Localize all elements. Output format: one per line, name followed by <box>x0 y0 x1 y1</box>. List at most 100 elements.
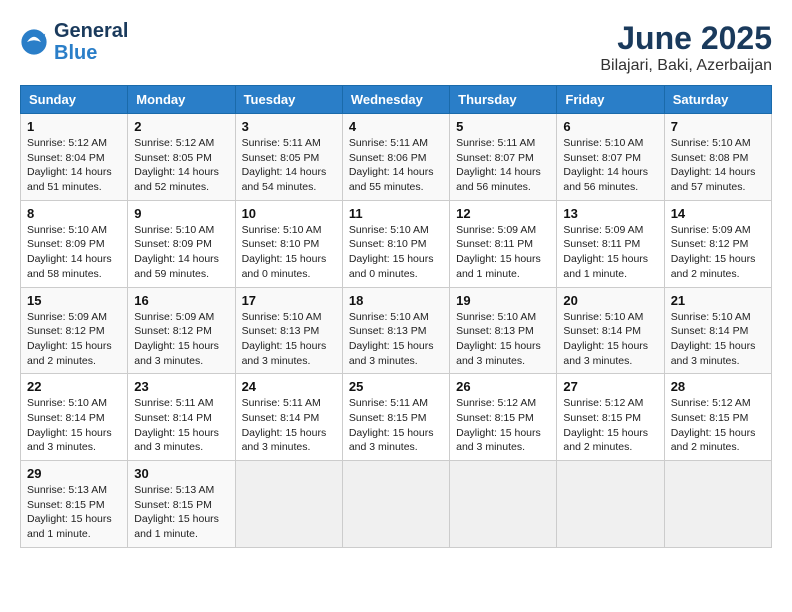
day-number: 25 <box>349 379 443 394</box>
day-info: Sunrise: 5:09 AMSunset: 8:11 PMDaylight:… <box>456 223 550 282</box>
day-number: 6 <box>563 119 657 134</box>
day-number: 4 <box>349 119 443 134</box>
weekday-header-row: SundayMondayTuesdayWednesdayThursdayFrid… <box>21 86 772 114</box>
calendar-cell <box>557 461 664 548</box>
day-info: Sunrise: 5:12 AMSunset: 8:15 PMDaylight:… <box>456 396 550 455</box>
day-info: Sunrise: 5:10 AMSunset: 8:14 PMDaylight:… <box>671 310 765 369</box>
day-number: 14 <box>671 206 765 221</box>
day-info: Sunrise: 5:11 AMSunset: 8:15 PMDaylight:… <box>349 396 443 455</box>
day-number: 15 <box>27 293 121 308</box>
day-info: Sunrise: 5:09 AMSunset: 8:12 PMDaylight:… <box>671 223 765 282</box>
day-number: 16 <box>134 293 228 308</box>
calendar-cell: 29 Sunrise: 5:13 AMSunset: 8:15 PMDayligh… <box>21 461 128 548</box>
calendar-cell: 25 Sunrise: 5:11 AMSunset: 8:15 PMDayligh… <box>342 374 449 461</box>
calendar-cell <box>235 461 342 548</box>
day-number: 12 <box>456 206 550 221</box>
day-info: Sunrise: 5:10 AMSunset: 8:09 PMDaylight:… <box>27 223 121 282</box>
weekday-header-wednesday: Wednesday <box>342 86 449 114</box>
day-info: Sunrise: 5:10 AMSunset: 8:14 PMDaylight:… <box>563 310 657 369</box>
calendar-cell: 21 Sunrise: 5:10 AMSunset: 8:14 PMDayligh… <box>664 287 771 374</box>
day-number: 8 <box>27 206 121 221</box>
logo: General Blue <box>20 20 128 64</box>
calendar-cell: 5Sunrise: 5:11 AMSunset: 8:07 PMDaylight… <box>450 114 557 201</box>
day-number: 7 <box>671 119 765 134</box>
day-number: 9 <box>134 206 228 221</box>
day-info: Sunrise: 5:11 AMSunset: 8:14 PMDaylight:… <box>134 396 228 455</box>
day-number: 27 <box>563 379 657 394</box>
calendar-cell: 14 Sunrise: 5:09 AMSunset: 8:12 PMDayligh… <box>664 200 771 287</box>
weekday-header-monday: Monday <box>128 86 235 114</box>
calendar-cell: 30Sunrise: 5:13 AMSunset: 8:15 PMDayligh… <box>128 461 235 548</box>
calendar-cell: 16Sunrise: 5:09 AMSunset: 8:12 PMDayligh… <box>128 287 235 374</box>
day-info: Sunrise: 5:10 AMSunset: 8:10 PMDaylight:… <box>242 223 336 282</box>
calendar-cell: 19Sunrise: 5:10 AMSunset: 8:13 PMDayligh… <box>450 287 557 374</box>
day-info: Sunrise: 5:12 AMSunset: 8:15 PMDaylight:… <box>563 396 657 455</box>
calendar-cell: 7 Sunrise: 5:10 AMSunset: 8:08 PMDaylight… <box>664 114 771 201</box>
day-number: 22 <box>27 379 121 394</box>
calendar-cell: 26 Sunrise: 5:12 AMSunset: 8:15 PMDayligh… <box>450 374 557 461</box>
calendar-subtitle: Bilajari, Baki, Azerbaijan <box>600 57 772 75</box>
day-info: Sunrise: 5:10 AMSunset: 8:09 PMDaylight:… <box>134 223 228 282</box>
weekday-header-sunday: Sunday <box>21 86 128 114</box>
logo-icon <box>20 28 48 56</box>
week-row-1: 1Sunrise: 5:12 AMSunset: 8:04 PMDaylight… <box>21 114 772 201</box>
day-number: 26 <box>456 379 550 394</box>
calendar-cell: 6 Sunrise: 5:10 AMSunset: 8:07 PMDaylight… <box>557 114 664 201</box>
day-number: 21 <box>671 293 765 308</box>
day-info: Sunrise: 5:10 AMSunset: 8:08 PMDaylight:… <box>671 136 765 195</box>
day-number: 10 <box>242 206 336 221</box>
day-number: 28 <box>671 379 765 394</box>
day-number: 11 <box>349 206 443 221</box>
calendar-cell: 28 Sunrise: 5:12 AMSunset: 8:15 PMDayligh… <box>664 374 771 461</box>
page-header: General Blue June 2025 Bilajari, Baki, A… <box>20 20 772 75</box>
calendar-cell <box>342 461 449 548</box>
calendar-cell: 22Sunrise: 5:10 AMSunset: 8:14 PMDayligh… <box>21 374 128 461</box>
day-info: Sunrise: 5:09 AMSunset: 8:11 PMDaylight:… <box>563 223 657 282</box>
day-info: Sunrise: 5:10 AMSunset: 8:07 PMDaylight:… <box>563 136 657 195</box>
calendar-cell: 11Sunrise: 5:10 AMSunset: 8:10 PMDayligh… <box>342 200 449 287</box>
day-info: Sunrise: 5:11 AMSunset: 8:06 PMDaylight:… <box>349 136 443 195</box>
day-info: Sunrise: 5:13 AMSunset: 8:15 PMDaylight:… <box>134 483 228 542</box>
calendar-cell: 12 Sunrise: 5:09 AMSunset: 8:11 PMDayligh… <box>450 200 557 287</box>
day-number: 23 <box>134 379 228 394</box>
calendar-cell: 15 Sunrise: 5:09 AMSunset: 8:12 PMDayligh… <box>21 287 128 374</box>
calendar-cell: 20 Sunrise: 5:10 AMSunset: 8:14 PMDayligh… <box>557 287 664 374</box>
calendar-cell: 9 Sunrise: 5:10 AMSunset: 8:09 PMDaylight… <box>128 200 235 287</box>
day-info: Sunrise: 5:12 AMSunset: 8:05 PMDaylight:… <box>134 136 228 195</box>
day-info: Sunrise: 5:13 AMSunset: 8:15 PMDaylight:… <box>27 483 121 542</box>
week-row-3: 15 Sunrise: 5:09 AMSunset: 8:12 PMDayligh… <box>21 287 772 374</box>
day-info: Sunrise: 5:09 AMSunset: 8:12 PMDaylight:… <box>27 310 121 369</box>
day-info: Sunrise: 5:11 AMSunset: 8:05 PMDaylight:… <box>242 136 336 195</box>
day-number: 3 <box>242 119 336 134</box>
day-info: Sunrise: 5:12 AMSunset: 8:04 PMDaylight:… <box>27 136 121 195</box>
day-number: 2 <box>134 119 228 134</box>
calendar-cell: 13Sunrise: 5:09 AMSunset: 8:11 PMDayligh… <box>557 200 664 287</box>
weekday-header-tuesday: Tuesday <box>235 86 342 114</box>
calendar-title: June 2025 <box>600 20 772 57</box>
calendar-cell <box>664 461 771 548</box>
calendar-cell: 23 Sunrise: 5:11 AMSunset: 8:14 PMDayligh… <box>128 374 235 461</box>
week-row-4: 22Sunrise: 5:10 AMSunset: 8:14 PMDayligh… <box>21 374 772 461</box>
title-block: June 2025 Bilajari, Baki, Azerbaijan <box>600 20 772 75</box>
calendar-cell: 27 Sunrise: 5:12 AMSunset: 8:15 PMDayligh… <box>557 374 664 461</box>
calendar-cell: 10 Sunrise: 5:10 AMSunset: 8:10 PMDayligh… <box>235 200 342 287</box>
day-info: Sunrise: 5:12 AMSunset: 8:15 PMDaylight:… <box>671 396 765 455</box>
day-number: 17 <box>242 293 336 308</box>
day-number: 20 <box>563 293 657 308</box>
calendar-body: 1Sunrise: 5:12 AMSunset: 8:04 PMDaylight… <box>21 114 772 548</box>
calendar-table: SundayMondayTuesdayWednesdayThursdayFrid… <box>20 85 772 548</box>
week-row-2: 8 Sunrise: 5:10 AMSunset: 8:09 PMDaylight… <box>21 200 772 287</box>
calendar-cell <box>450 461 557 548</box>
day-info: Sunrise: 5:10 AMSunset: 8:13 PMDaylight:… <box>456 310 550 369</box>
weekday-header-saturday: Saturday <box>664 86 771 114</box>
calendar-cell: 24Sunrise: 5:11 AMSunset: 8:14 PMDayligh… <box>235 374 342 461</box>
weekday-header-thursday: Thursday <box>450 86 557 114</box>
calendar-cell: 1Sunrise: 5:12 AMSunset: 8:04 PMDaylight… <box>21 114 128 201</box>
day-number: 29 <box>27 466 121 481</box>
calendar-cell: 4 Sunrise: 5:11 AMSunset: 8:06 PMDaylight… <box>342 114 449 201</box>
calendar-cell: 18Sunrise: 5:10 AMSunset: 8:13 PMDayligh… <box>342 287 449 374</box>
day-info: Sunrise: 5:11 AMSunset: 8:14 PMDaylight:… <box>242 396 336 455</box>
week-row-5: 29 Sunrise: 5:13 AMSunset: 8:15 PMDayligh… <box>21 461 772 548</box>
weekday-header-friday: Friday <box>557 86 664 114</box>
day-info: Sunrise: 5:10 AMSunset: 8:13 PMDaylight:… <box>242 310 336 369</box>
